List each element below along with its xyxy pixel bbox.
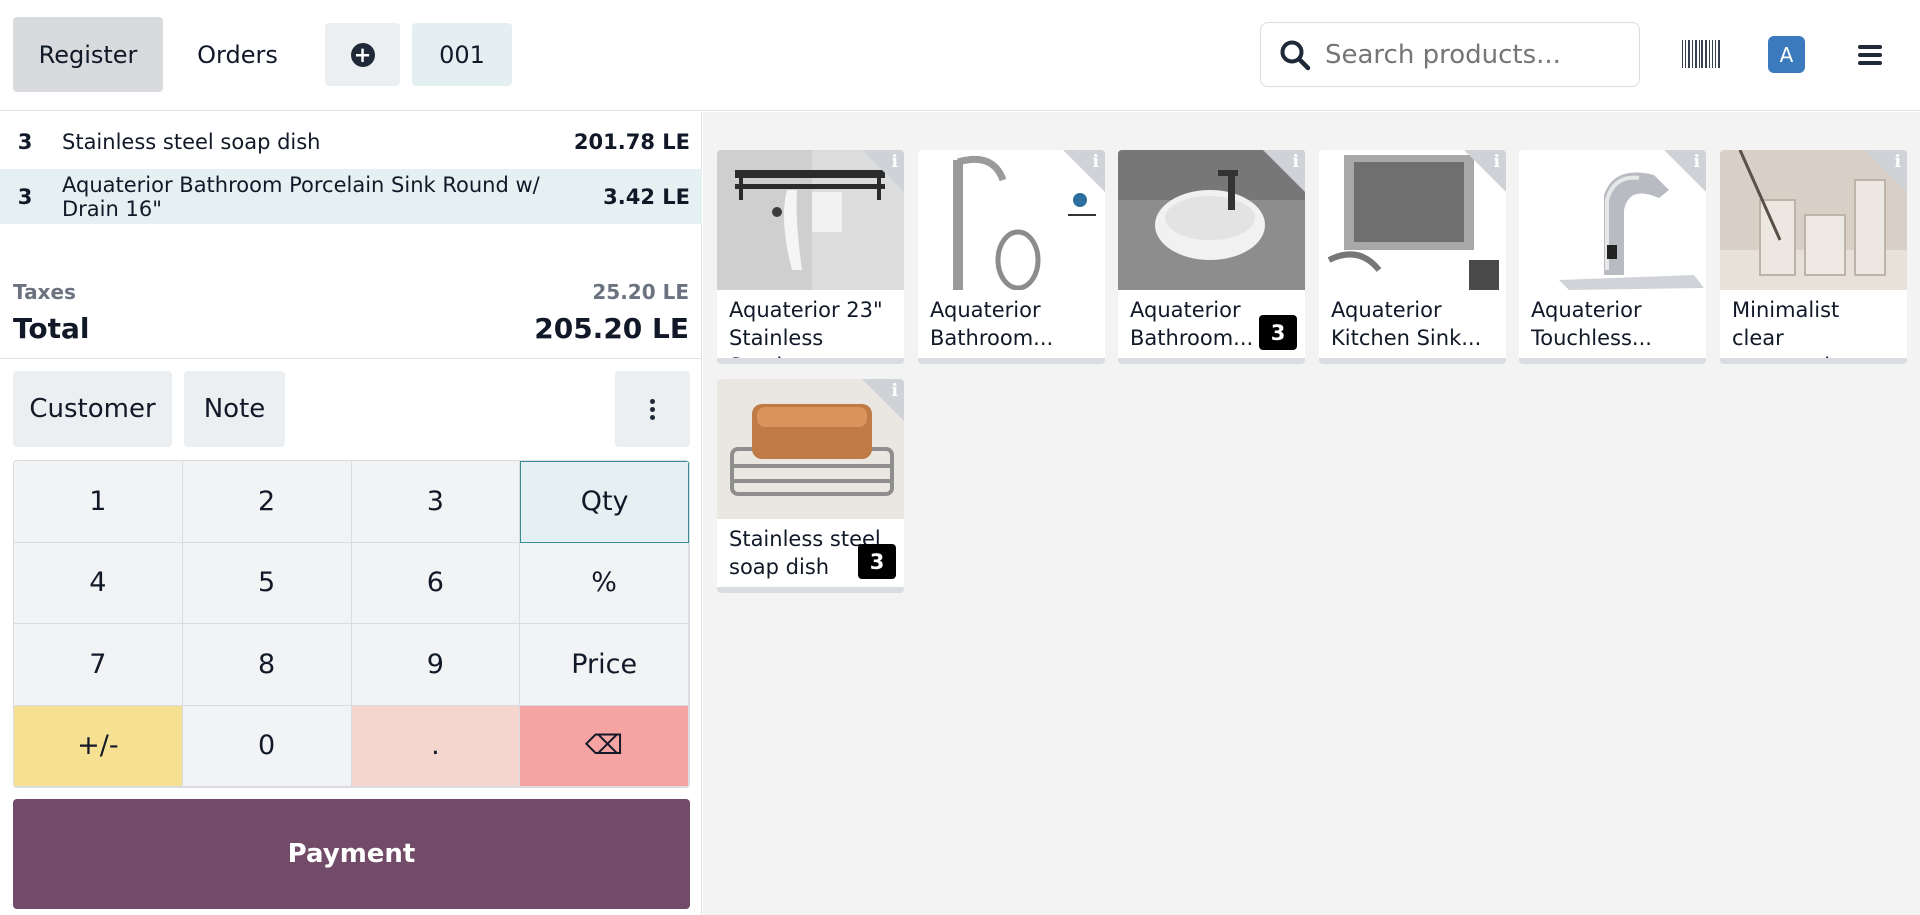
numpad: 1 2 3 Qty 4 5 6 % 7 8 9 Price +/- 0 . ⌫	[13, 460, 690, 788]
more-actions-button[interactable]	[615, 371, 690, 447]
product-grid: i Aquaterior 23" Stainless Steel... i Aq…	[703, 112, 1920, 915]
order-line-name: Stainless steel soap dish	[62, 129, 321, 154]
quantity-badge: 3	[1259, 315, 1297, 350]
taxes-value: 25.20 LE	[592, 280, 689, 304]
order-tab-001[interactable]: 001	[412, 23, 512, 86]
register-tab[interactable]: Register	[13, 17, 163, 92]
numpad-key-7[interactable]: 7	[14, 624, 183, 706]
numpad-key-4[interactable]: 4	[14, 542, 183, 624]
product-image: i	[1319, 150, 1506, 290]
divider	[0, 358, 702, 359]
order-line-qty: 3	[17, 129, 33, 154]
product-image: i	[717, 379, 904, 519]
product-card[interactable]: i Aquaterior Touchless...	[1519, 150, 1706, 364]
numpad-key-2[interactable]: 2	[182, 461, 352, 543]
info-icon[interactable]: i	[1895, 152, 1901, 172]
info-icon[interactable]: i	[1093, 152, 1099, 172]
product-card[interactable]: i Aquaterior 23" Stainless Steel...	[717, 150, 904, 364]
product-name: Aquaterior Touchless...	[1531, 298, 1652, 350]
product-image: i	[1519, 150, 1706, 290]
orders-tab[interactable]: Orders	[180, 17, 295, 92]
vertical-dots-icon	[650, 398, 655, 420]
numpad-backspace[interactable]: ⌫	[520, 705, 689, 787]
search-input[interactable]	[1325, 39, 1625, 70]
quantity-badge: 3	[858, 544, 896, 579]
payment-button[interactable]: Payment	[13, 799, 690, 909]
order-line-name: Aquaterior Bathroom Porcelain Sink Round…	[62, 172, 540, 221]
order-panel: 3 Stainless steel soap dish 201.78 LE 3 …	[0, 112, 702, 915]
numpad-key-3[interactable]: 3	[351, 461, 521, 543]
product-name: Aquaterior Kitchen Sink...	[1331, 298, 1482, 350]
product-name: Aquaterior 23" Stainless Steel...	[729, 298, 883, 358]
numpad-discount-mode[interactable]: %	[520, 542, 689, 624]
taxes-label: Taxes	[13, 280, 76, 304]
product-card[interactable]: i Aquaterior Bathroom... 3	[1118, 150, 1305, 364]
barcode-icon[interactable]	[1682, 40, 1721, 68]
search-box[interactable]	[1260, 22, 1640, 87]
product-card[interactable]: i Minimalist clear accessories	[1720, 150, 1907, 364]
plus-circle-icon: +	[350, 42, 375, 67]
product-image: i	[918, 150, 1105, 290]
info-icon[interactable]: i	[1494, 152, 1500, 172]
avatar[interactable]: A	[1768, 36, 1805, 73]
product-image: i	[1118, 150, 1305, 290]
order-line-price: 201.78 LE	[573, 129, 690, 154]
product-image: i	[717, 150, 904, 290]
new-order-button[interactable]: +	[325, 23, 400, 86]
numpad-qty-mode[interactable]: Qty	[520, 461, 689, 543]
numpad-key-1[interactable]: 1	[14, 461, 183, 543]
order-line-selected[interactable]: 3 Aquaterior Bathroom Porcelain Sink Rou…	[0, 169, 702, 224]
info-icon[interactable]: i	[1293, 152, 1299, 172]
order-line[interactable]: 3 Stainless steel soap dish 201.78 LE	[0, 114, 702, 169]
total-label: Total	[13, 312, 90, 345]
note-button[interactable]: Note	[184, 371, 285, 447]
product-card[interactable]: i Aquaterior Kitchen Sink...	[1319, 150, 1506, 364]
numpad-decimal[interactable]: .	[351, 705, 521, 787]
menu-icon[interactable]	[1858, 45, 1882, 65]
order-line-price: 3.42 LE	[603, 184, 690, 209]
info-icon[interactable]: i	[892, 381, 898, 401]
product-card[interactable]: i Aquaterior Bathroom...	[918, 150, 1105, 364]
numpad-key-0[interactable]: 0	[182, 705, 352, 787]
product-card[interactable]: i Stainless steel soap dish 3	[717, 379, 904, 593]
product-name: Aquaterior Bathroom...	[930, 298, 1054, 350]
customer-button[interactable]: Customer	[13, 371, 172, 447]
top-bar: Register Orders + 001 A	[0, 0, 1920, 111]
order-line-qty: 3	[17, 184, 33, 209]
info-icon[interactable]: i	[892, 152, 898, 172]
numpad-plus-minus[interactable]: +/-	[14, 705, 183, 787]
product-image: i	[1720, 150, 1907, 290]
numpad-key-9[interactable]: 9	[351, 624, 521, 706]
search-icon	[1280, 40, 1311, 70]
total-value: 205.20 LE	[534, 312, 689, 345]
info-icon[interactable]: i	[1694, 152, 1700, 172]
numpad-key-6[interactable]: 6	[351, 542, 521, 624]
numpad-key-8[interactable]: 8	[182, 624, 352, 706]
numpad-key-5[interactable]: 5	[182, 542, 352, 624]
product-name: Minimalist clear accessories	[1732, 298, 1854, 358]
numpad-price-mode[interactable]: Price	[520, 624, 689, 706]
